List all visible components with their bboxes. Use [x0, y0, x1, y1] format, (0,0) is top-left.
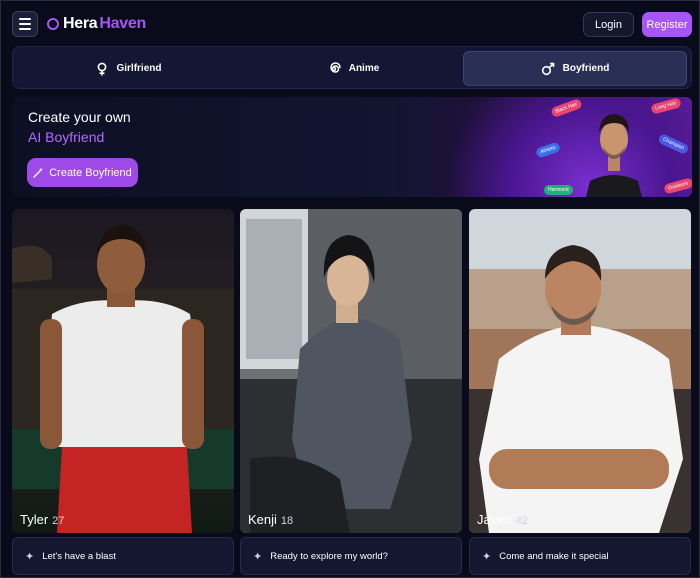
character-photo [469, 209, 691, 533]
trait-pill: Athletic [535, 141, 562, 159]
tab-boyfriend[interactable]: Boyfriend [463, 51, 687, 86]
character-tagline-kenji[interactable]: ✦ Ready to explore my world? [240, 537, 462, 575]
tagline-text: Let's have a blast [42, 550, 116, 562]
login-button[interactable]: Login [583, 12, 634, 37]
banner-title: Create your own [28, 109, 131, 125]
logo-text-hera: Hera [63, 15, 98, 32]
logo-mark-icon [47, 18, 59, 30]
avatar [586, 114, 642, 197]
sparkle-icon: ✦ [25, 550, 35, 563]
character-photo [12, 209, 234, 533]
banner-subtitle: AI Boyfriend [28, 129, 105, 145]
character-tagline-javier[interactable]: ✦ Come and make it special [469, 537, 691, 575]
character-name: Tyler 27 [20, 512, 64, 527]
character-age: 42 [515, 515, 528, 527]
character-card-kenji[interactable]: Kenji 18 [240, 209, 462, 533]
trait-pill: Black Hair [550, 98, 583, 118]
character-name-text: Tyler [20, 512, 49, 527]
female-icon [98, 62, 107, 75]
category-tabs: Girlfriend Anime Boyfriend [12, 46, 692, 89]
character-name-text: Kenji [248, 512, 277, 527]
create-banner: Create your own AI Boyfriend Create Boyf… [12, 97, 692, 197]
trait-pill: Outdoors [663, 177, 692, 195]
trait-pill: Champion [657, 132, 690, 156]
create-boyfriend-button[interactable]: Create Boyfriend [27, 158, 138, 187]
character-age: 27 [52, 515, 65, 527]
tab-label: Girlfriend [116, 63, 162, 74]
character-age: 18 [280, 515, 294, 527]
register-button[interactable]: Register [642, 12, 692, 37]
character-tagline-tyler[interactable]: ✦ Let's have a blast [12, 537, 234, 575]
logo-text-haven: Haven [99, 15, 146, 32]
tagline-text: Ready to explore my world? [270, 550, 388, 562]
tab-girlfriend[interactable]: Girlfriend [17, 51, 241, 86]
male-icon [541, 62, 554, 75]
sparkle-icon: ✦ [253, 550, 263, 563]
trait-pill: Harmonic [544, 185, 574, 195]
logo[interactable]: Hera Haven [47, 13, 146, 35]
banner-illustration: Black Hair Athletic Long Hair Champion H… [436, 97, 692, 197]
top-bar: Hera Haven Login Register [1, 1, 699, 45]
trait-pill: Long Hair [650, 97, 682, 115]
character-photo [240, 209, 462, 533]
tab-label: Anime [348, 63, 380, 74]
tab-anime[interactable]: Anime [241, 51, 465, 86]
sparkle-icon: ✦ [482, 550, 492, 563]
menu-icon[interactable] [12, 11, 38, 37]
character-name-text: Javier [477, 512, 512, 527]
tab-label: Boyfriend [562, 63, 610, 74]
character-card-tyler[interactable]: Tyler 27 [12, 209, 234, 533]
character-card-javier[interactable]: Javier 42 [469, 209, 691, 533]
character-name: Javier 42 [477, 512, 528, 527]
tagline-text: Come and make it special [499, 550, 609, 562]
character-name: Kenji 18 [248, 512, 293, 527]
magic-wand-icon [33, 167, 44, 178]
spiral-icon [329, 61, 341, 73]
create-button-label: Create Boyfriend [49, 166, 132, 179]
